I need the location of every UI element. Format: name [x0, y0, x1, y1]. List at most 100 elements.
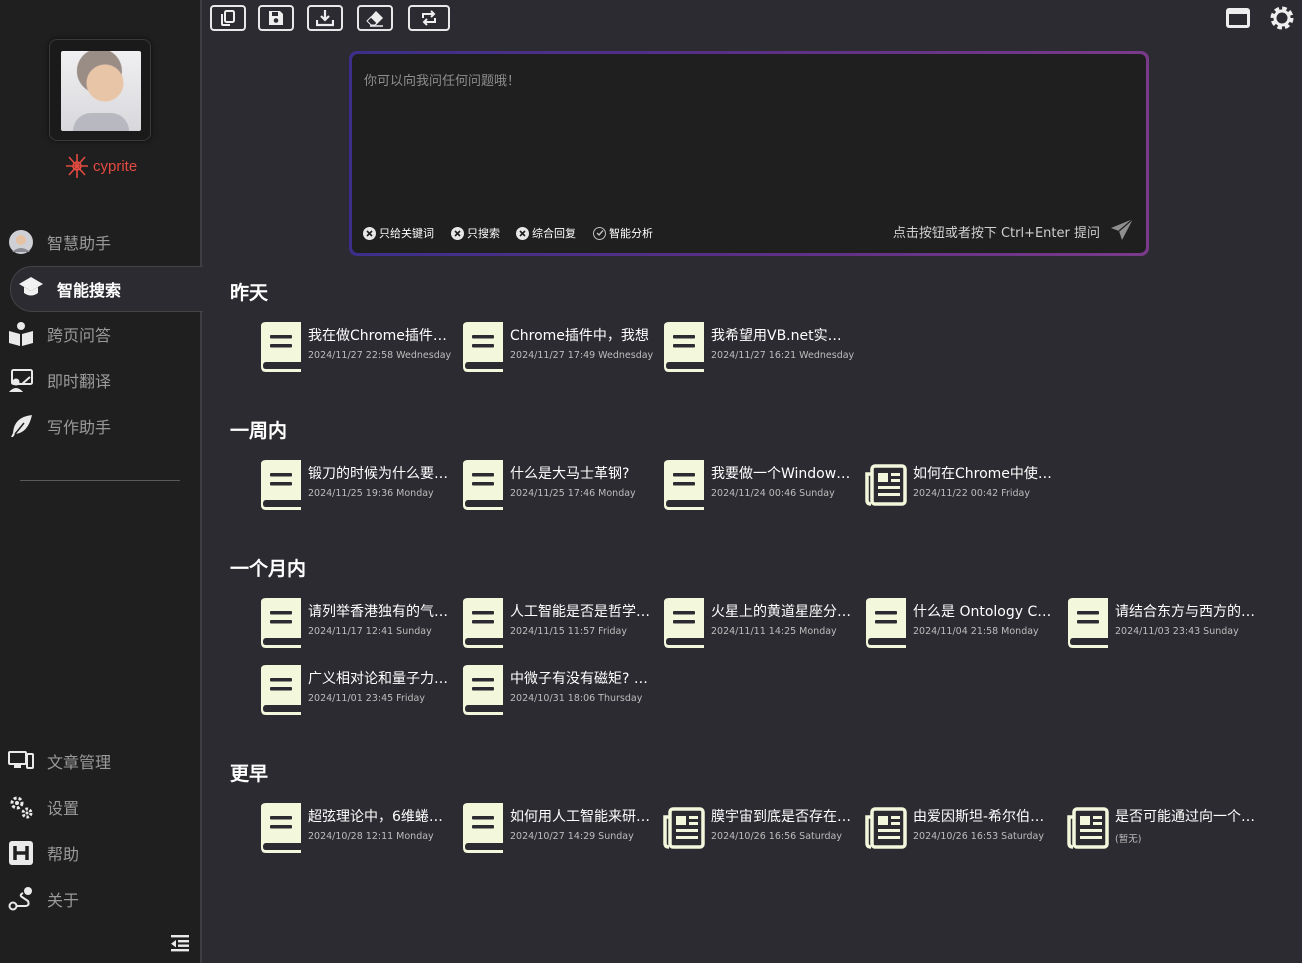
history-item[interactable]: 请结合东方与西方的哲学 2024/11/03 23:43 Sunday — [1065, 596, 1260, 650]
download-button[interactable] — [307, 5, 343, 31]
sidebar-item-help[interactable]: 帮助 — [0, 833, 200, 873]
sidebar-item-label: 设置 — [47, 799, 80, 818]
translator-icon — [8, 367, 34, 393]
sidebar-item-instant-translate[interactable]: 即时翻译 — [0, 360, 200, 400]
history-item-title: 我要做一个Windows程序 — [711, 466, 855, 482]
sidebar-divider — [20, 480, 180, 481]
history-item[interactable]: 什么是 Ontology Critique 2024/11/04 21:58 Mo… — [863, 596, 1058, 650]
book-icon — [261, 665, 301, 715]
history-item-date: 2024/10/31 18:06 Thursday — [510, 693, 643, 704]
assistant-avatar-icon — [8, 229, 34, 255]
history-item[interactable]: 锻刀的时候为什么要淬火 2024/11/25 19:36 Monday — [258, 458, 453, 512]
book-icon — [664, 598, 704, 648]
history-item[interactable]: 我要做一个Windows程序 2024/11/24 00:46 Sunday — [661, 458, 856, 512]
history-item[interactable]: 什么是大马士革钢? 2024/11/25 17:46 Monday — [460, 458, 655, 512]
window-icon — [1226, 8, 1250, 28]
history-item-date: 2024/11/24 00:46 Sunday — [711, 488, 835, 499]
history-item[interactable]: 膜宇宙到底是否存在证据 2024/10/26 16:56 Saturday — [661, 801, 856, 855]
avatar[interactable] — [49, 39, 151, 141]
sidebar-item-settings[interactable]: 设置 — [0, 787, 200, 827]
option-label: 只搜索 — [467, 227, 500, 240]
option-search-only[interactable]: 只搜索 — [451, 225, 500, 241]
history-item-title: 请列举香港独有的气候特点 — [308, 604, 452, 620]
close-circle-icon — [516, 226, 529, 240]
history-item[interactable]: 是否可能通过向一个黑洞 (暂无) — [1065, 801, 1260, 855]
settings-button[interactable] — [1268, 4, 1296, 32]
history-item[interactable]: 人工智能是否是哲学问题 2024/11/15 11:57 Friday — [460, 596, 655, 650]
option-label: 综合回复 — [532, 227, 576, 240]
history-item[interactable]: 如何在Chrome中使用插件 2024/11/22 00:42 Friday — [863, 458, 1058, 512]
history-item-date: 2024/10/26 16:53 Saturday — [913, 831, 1044, 842]
clear-button[interactable] — [357, 5, 393, 31]
sidebar-item-label: 智慧助手 — [47, 234, 112, 253]
copy-button[interactable] — [210, 5, 246, 31]
history-item-title: 什么是大马士革钢? — [510, 466, 630, 482]
query-box: 只给关键词 只搜索 综合回复 智能分析 点击按钮或者按下 Ctrl+Enter … — [349, 51, 1149, 256]
sidebar-item-label: 智能搜索 — [57, 281, 122, 300]
download-icon — [316, 10, 334, 27]
history-item-title: 人工智能是否是哲学问题 — [510, 604, 654, 620]
submit-hint: 点击按钮或者按下 Ctrl+Enter 提问 — [892, 226, 1100, 241]
option-combined-reply[interactable]: 综合回复 — [516, 225, 576, 241]
history-item-title: 由爱因斯坦-希尔伯特作用量 — [913, 809, 1057, 825]
history-item-title: 是否可能通过向一个黑洞 — [1115, 809, 1259, 825]
book-icon — [463, 598, 503, 648]
history-item[interactable]: 如何用人工智能来研究哲学 2024/10/27 14:29 Sunday — [460, 801, 655, 855]
option-smart-analysis[interactable]: 智能分析 — [593, 225, 653, 241]
history-item[interactable]: 由爱因斯坦-希尔伯特作用量 2024/10/26 16:53 Saturday — [863, 801, 1058, 855]
history-item-title: 我希望用VB.net实现一个 — [711, 328, 855, 344]
sidebar-item-about[interactable]: 关于 — [0, 879, 200, 919]
history-item[interactable]: 我在做Chrome插件，需要 2024/11/27 22:58 Wednesday — [258, 320, 453, 374]
history-item-date: 2024/11/15 11:57 Friday — [510, 626, 627, 637]
history-item-date: 2024/11/04 21:58 Monday — [913, 626, 1039, 637]
regenerate-button[interactable] — [408, 5, 450, 31]
history-item[interactable]: 超弦理论中，6维蜷曲空间 2024/10/28 12:11 Monday — [258, 801, 453, 855]
sidebar-item-label: 跨页问答 — [47, 326, 112, 345]
feather-icon — [8, 413, 34, 439]
history-item[interactable]: 我希望用VB.net实现一个 2024/11/27 16:21 Wednesday — [661, 320, 856, 374]
history-item-title: 什么是 Ontology Critique — [913, 604, 1057, 620]
gear-icon — [1270, 6, 1294, 30]
robot-boy-avatar-image — [61, 51, 141, 131]
devices-icon — [8, 748, 34, 774]
book-icon — [261, 322, 301, 372]
history-item-date: (暂无) — [1115, 834, 1142, 845]
sidebar-item-assistant[interactable]: 智慧助手 — [0, 222, 200, 262]
sidebar-item-smart-search[interactable]: 智能搜索 — [10, 266, 203, 312]
history-section-title: 昨天 — [230, 282, 269, 304]
copy-icon — [221, 10, 235, 26]
window-toggle-button[interactable] — [1224, 4, 1252, 32]
history-item-title: 火星上的黄道星座分布如何 — [711, 604, 855, 620]
history-item[interactable]: 火星上的黄道星座分布如何 2024/11/11 14:25 Monday — [661, 596, 856, 650]
history-item-date: 2024/11/25 17:46 Monday — [510, 488, 636, 499]
collapse-sidebar-icon[interactable] — [170, 933, 190, 953]
book-icon — [261, 460, 301, 510]
sidebar: cyprite 智慧助手 智能搜索 跨页问答 即时翻译 写作助手 文章管理 设置… — [0, 0, 203, 963]
question-input[interactable] — [362, 68, 1136, 212]
history-item-title: 请结合东方与西方的哲学 — [1115, 604, 1259, 620]
option-keywords-only[interactable]: 只给关键词 — [363, 225, 434, 241]
sidebar-item-writing-assistant[interactable]: 写作助手 — [0, 406, 200, 446]
help-h-icon — [8, 840, 34, 866]
newspaper-icon — [865, 464, 907, 506]
history-item-title: 如何在Chrome中使用插件 — [913, 466, 1057, 482]
sidebar-item-cross-page-qa[interactable]: 跨页问答 — [0, 314, 200, 354]
save-button[interactable] — [258, 5, 294, 31]
cyprite-logo-icon — [66, 154, 88, 178]
sidebar-item-article-management[interactable]: 文章管理 — [0, 741, 200, 781]
book-icon — [866, 598, 906, 648]
close-circle-icon — [363, 226, 376, 240]
book-icon — [261, 598, 301, 648]
history-item[interactable]: 广义相对论和量子力学能否 2024/11/01 23:45 Friday — [258, 663, 453, 717]
send-icon[interactable] — [1110, 218, 1134, 242]
option-label: 智能分析 — [609, 227, 653, 240]
close-circle-icon — [451, 226, 464, 240]
history-item[interactable]: Chrome插件中，我想 2024/11/27 17:49 Wednesday — [460, 320, 655, 374]
book-icon — [261, 803, 301, 853]
history-item-title: 膜宇宙到底是否存在证据 — [711, 809, 855, 825]
history-item-title: 我在做Chrome插件，需要 — [308, 328, 452, 344]
history-item-date: 2024/11/03 23:43 Sunday — [1115, 626, 1239, 637]
history-item[interactable]: 中微子有没有磁矩? 如果有 2024/10/31 18:06 Thursday — [460, 663, 655, 717]
history-item[interactable]: 请列举香港独有的气候特点 2024/11/17 12:41 Sunday — [258, 596, 453, 650]
query-inner: 只给关键词 只搜索 综合回复 智能分析 点击按钮或者按下 Ctrl+Enter … — [352, 54, 1146, 253]
